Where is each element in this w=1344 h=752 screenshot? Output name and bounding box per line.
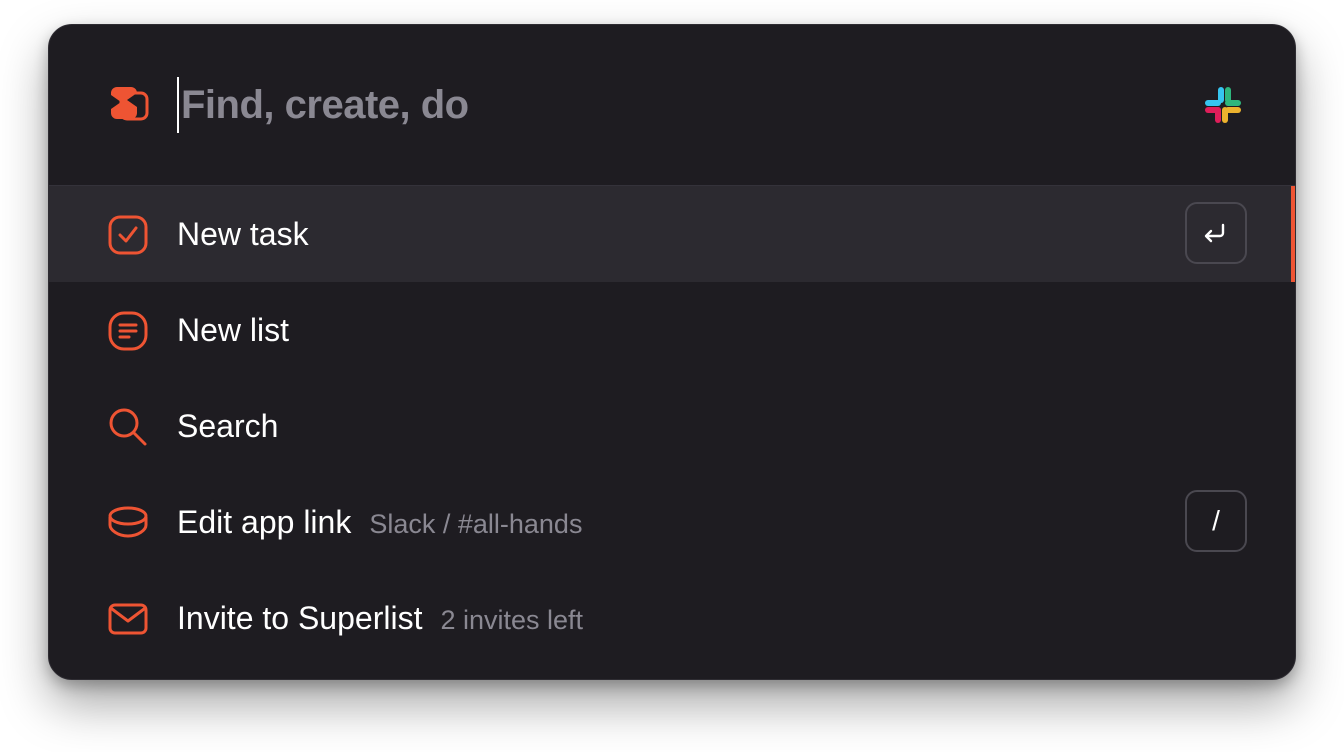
slack-logo-icon[interactable]: [1203, 85, 1243, 125]
slash-shortcut-key: /: [1185, 490, 1247, 552]
command-palette: New task New list: [48, 24, 1296, 680]
command-search-input[interactable]: [177, 75, 1081, 135]
menu-item-new-list[interactable]: New list: [49, 282, 1295, 378]
mail-icon: [108, 603, 148, 635]
menu-item-search[interactable]: Search: [49, 378, 1295, 474]
menu-item-label: Invite to Superlist 2 invites left: [177, 570, 583, 666]
menu-item-subtitle: Slack / #all-hands: [369, 509, 583, 539]
menu-item-invite[interactable]: Invite to Superlist 2 invites left: [49, 570, 1295, 666]
menu-item-label: Search: [177, 378, 278, 474]
menu-item-label: Edit app link Slack / #all-hands: [177, 474, 582, 570]
palette-header: [49, 25, 1295, 185]
menu-item-edit-app-link[interactable]: Edit app link Slack / #all-hands /: [49, 474, 1295, 570]
menu-item-title: Search: [177, 408, 279, 444]
menu-item-subtitle: 2 invites left: [440, 605, 584, 635]
list-icon: [108, 311, 148, 351]
menu-item-title: Edit app link: [177, 504, 352, 540]
menu-item-label: New list: [177, 282, 289, 378]
menu-item-label: New task: [177, 186, 309, 282]
menu-item-title: New list: [177, 312, 290, 348]
command-menu: New task New list Search Edit app link S…: [49, 186, 1295, 666]
return-icon: [1204, 223, 1225, 243]
shortcut-label: /: [1212, 505, 1220, 536]
stack-icon: [108, 506, 148, 538]
menu-item-title: Invite to Superlist: [177, 600, 423, 636]
checkbox-icon: [108, 215, 148, 255]
search-icon: [109, 408, 147, 446]
superlist-logo-icon: [111, 87, 149, 121]
menu-item-title: New task: [177, 216, 309, 252]
enter-shortcut-key: [1185, 202, 1247, 264]
menu-item-new-task[interactable]: New task: [49, 186, 1295, 282]
